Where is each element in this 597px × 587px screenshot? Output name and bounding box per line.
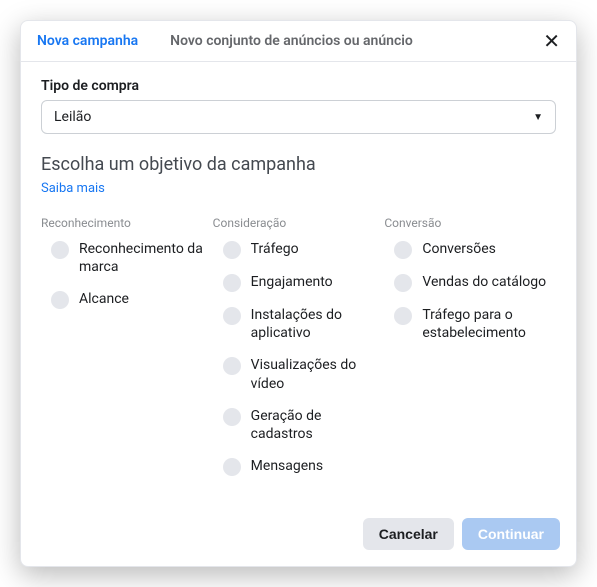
- option-label: Vendas do catálogo: [422, 273, 554, 291]
- option-label: Instalações do aplicativo: [251, 306, 385, 342]
- buying-type-value: Leilão: [54, 109, 91, 125]
- chevron-down-icon: ▼: [533, 112, 543, 123]
- radio-icon: [51, 241, 69, 259]
- option-label: Alcance: [79, 290, 137, 308]
- objective-heading: Escolha um objetivo da campanha: [41, 154, 556, 175]
- column-header-awareness: Reconhecimento: [41, 216, 213, 230]
- option-label: Engajamento: [251, 273, 341, 291]
- radio-icon: [223, 408, 241, 426]
- buying-type-label: Tipo de compra: [41, 78, 556, 94]
- option-label: Mensagens: [251, 457, 331, 475]
- option-brand-awareness[interactable]: Reconhecimento da marca: [41, 240, 213, 276]
- option-label: Geração de cadastros: [251, 407, 385, 443]
- column-consideration: Consideração Tráfego Engajamento Instala…: [213, 216, 385, 490]
- option-label: Visualizações do vídeo: [251, 356, 385, 392]
- radio-icon: [223, 274, 241, 292]
- option-engagement[interactable]: Engajamento: [213, 273, 385, 292]
- option-label: Conversões: [422, 240, 504, 258]
- radio-icon: [394, 307, 412, 325]
- radio-icon: [223, 307, 241, 325]
- radio-icon: [51, 291, 69, 309]
- tab-new-adset[interactable]: Novo conjunto de anúncios ou anúncio: [154, 21, 429, 61]
- radio-icon: [394, 241, 412, 259]
- option-traffic[interactable]: Tráfego: [213, 240, 385, 259]
- option-reach[interactable]: Alcance: [41, 290, 213, 309]
- radio-icon: [394, 274, 412, 292]
- column-header-consideration: Consideração: [213, 216, 385, 230]
- option-label: Reconhecimento da marca: [79, 240, 213, 276]
- option-messages[interactable]: Mensagens: [213, 457, 385, 476]
- close-icon: ✕: [543, 29, 560, 53]
- radio-icon: [223, 357, 241, 375]
- option-conversions[interactable]: Conversões: [384, 240, 556, 259]
- dialog-tabs: Nova campanha Novo conjunto de anúncios …: [21, 21, 576, 62]
- column-header-conversion: Conversão: [384, 216, 556, 230]
- dialog-footer: Cancelar Continuar: [21, 506, 576, 566]
- column-awareness: Reconhecimento Reconhecimento da marca A…: [41, 216, 213, 490]
- option-app-installs[interactable]: Instalações do aplicativo: [213, 306, 385, 342]
- option-label: Tráfego: [251, 240, 307, 258]
- close-button[interactable]: ✕: [527, 29, 576, 53]
- dialog-body: Tipo de compra Leilão ▼ Escolha um objet…: [21, 62, 576, 506]
- campaign-dialog: Nova campanha Novo conjunto de anúncios …: [20, 20, 577, 567]
- learn-more-link[interactable]: Saiba mais: [41, 181, 105, 196]
- radio-icon: [223, 458, 241, 476]
- option-lead-generation[interactable]: Geração de cadastros: [213, 407, 385, 443]
- option-label: Tráfego para o estabelecimento: [422, 306, 556, 342]
- option-video-views[interactable]: Visualizações do vídeo: [213, 356, 385, 392]
- option-store-traffic[interactable]: Tráfego para o estabelecimento: [384, 306, 556, 342]
- cancel-button[interactable]: Cancelar: [363, 518, 454, 550]
- continue-button[interactable]: Continuar: [462, 518, 560, 550]
- option-catalog-sales[interactable]: Vendas do catálogo: [384, 273, 556, 292]
- buying-type-select[interactable]: Leilão ▼: [41, 100, 556, 134]
- tab-new-campaign[interactable]: Nova campanha: [21, 21, 154, 61]
- column-conversion: Conversão Conversões Vendas do catálogo …: [384, 216, 556, 490]
- objective-columns: Reconhecimento Reconhecimento da marca A…: [41, 216, 556, 490]
- radio-icon: [223, 241, 241, 259]
